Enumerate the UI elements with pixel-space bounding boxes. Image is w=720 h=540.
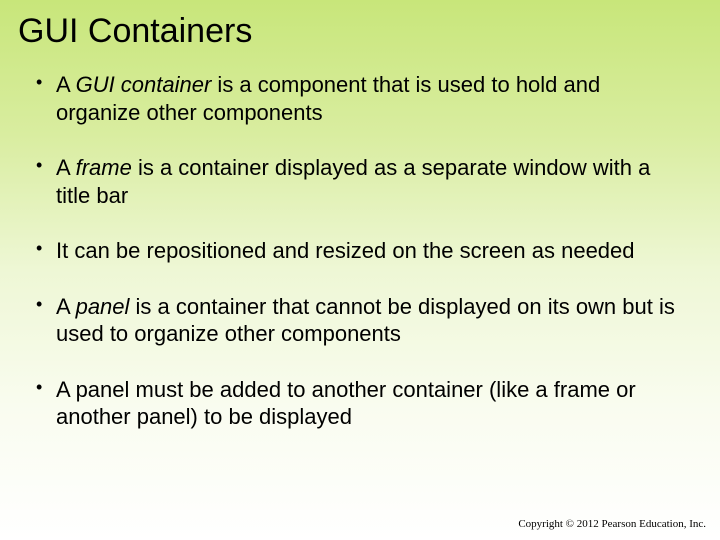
bullet-pre: A (56, 72, 76, 97)
list-item: A panel is a container that cannot be di… (30, 293, 690, 348)
list-item: It can be repositioned and resized on th… (30, 237, 690, 265)
copyright-text: Copyright © 2012 Pearson Education, Inc. (518, 518, 706, 530)
slide-content: A GUI container is a component that is u… (0, 51, 720, 431)
list-item: A frame is a container displayed as a se… (30, 154, 690, 209)
bullet-post: It can be repositioned and resized on th… (56, 238, 635, 263)
bullet-em: GUI container (76, 72, 212, 97)
bullet-em: frame (76, 155, 132, 180)
list-item: A panel must be added to another contain… (30, 376, 690, 431)
bullet-post: is a container that cannot be displayed … (56, 294, 675, 347)
bullet-pre: A (56, 155, 76, 180)
bullet-pre: A (56, 294, 76, 319)
slide-title: GUI Containers (0, 0, 720, 51)
bullet-em: panel (76, 294, 130, 319)
bullet-post: is a container displayed as a separate w… (56, 155, 650, 208)
bullet-post: A panel must be added to another contain… (56, 377, 636, 430)
list-item: A GUI container is a component that is u… (30, 71, 690, 126)
bullet-list: A GUI container is a component that is u… (30, 71, 690, 431)
